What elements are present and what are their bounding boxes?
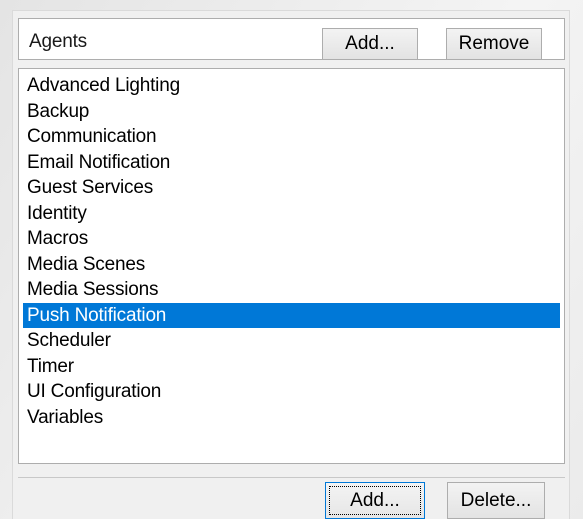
list-item-guest-services[interactable]: Guest Services <box>23 175 560 201</box>
delete-item-button[interactable]: Delete... <box>447 482 545 519</box>
remove-agent-button[interactable]: Remove <box>446 28 542 60</box>
list-item-macros[interactable]: Macros <box>23 226 560 252</box>
list-item-scheduler[interactable]: Scheduler <box>23 328 560 354</box>
add-item-button[interactable]: Add... <box>325 482 425 519</box>
focus-ring <box>329 486 421 515</box>
list-item-media-sessions[interactable]: Media Sessions <box>23 277 560 303</box>
list-item-push-notification[interactable]: Push Notification <box>23 302 560 328</box>
list-item-identity[interactable]: Identity <box>23 201 560 227</box>
list-item-ui-configuration[interactable]: UI Configuration <box>23 379 560 405</box>
list-item-advanced-lighting[interactable]: Advanced Lighting <box>23 73 560 99</box>
agents-list: Advanced Lighting Backup Communication E… <box>23 73 560 430</box>
agents-label: Agents <box>29 31 87 52</box>
list-item-variables[interactable]: Variables <box>23 405 560 431</box>
add-agent-button[interactable]: Add... <box>322 28 418 60</box>
list-item-communication[interactable]: Communication <box>23 124 560 150</box>
list-item-backup[interactable]: Backup <box>23 99 560 125</box>
list-item-timer[interactable]: Timer <box>23 354 560 380</box>
list-item-email-notification[interactable]: Email Notification <box>23 150 560 176</box>
agents-listbox[interactable]: Advanced Lighting Backup Communication E… <box>18 68 565 464</box>
list-item-media-scenes[interactable]: Media Scenes <box>23 252 560 278</box>
